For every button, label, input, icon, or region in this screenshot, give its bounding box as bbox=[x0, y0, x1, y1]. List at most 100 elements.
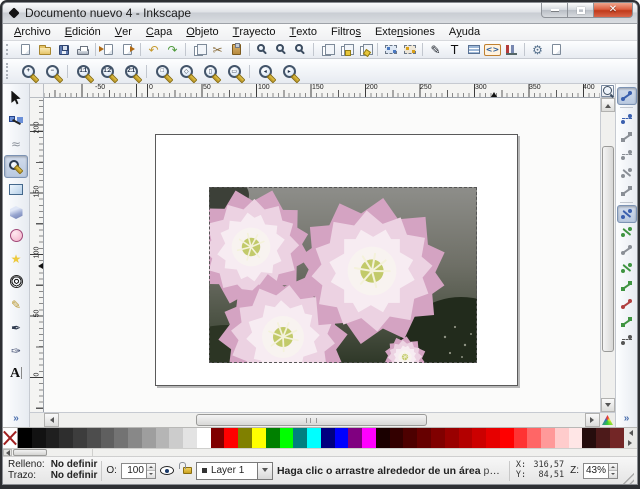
duplicate-button[interactable] bbox=[317, 42, 336, 58]
zoom-page-button[interactable] bbox=[291, 42, 310, 58]
color-swatch[interactable] bbox=[73, 428, 87, 448]
color-swatch[interactable] bbox=[142, 428, 156, 448]
menu-archivo[interactable]: Archivo bbox=[7, 24, 58, 40]
snap-enable-button[interactable] bbox=[617, 87, 637, 105]
color-swatch[interactable] bbox=[280, 428, 294, 448]
zoom-value[interactable]: 43% bbox=[583, 463, 609, 479]
menu-trayecto[interactable]: Trayecto bbox=[226, 24, 283, 40]
color-swatch[interactable] bbox=[114, 428, 128, 448]
cut-button[interactable]: ✂ bbox=[208, 42, 227, 58]
vertical-scrollbar[interactable] bbox=[600, 98, 615, 412]
color-swatch[interactable] bbox=[390, 428, 404, 448]
selector-tool[interactable] bbox=[4, 86, 28, 109]
snap-paths-button[interactable] bbox=[617, 223, 637, 241]
menu-texto[interactable]: Texto bbox=[282, 24, 324, 40]
sticky-zoom-button[interactable] bbox=[600, 84, 615, 98]
minimize-button[interactable] bbox=[541, 3, 568, 18]
color-swatch[interactable] bbox=[335, 428, 349, 448]
color-swatch[interactable] bbox=[183, 428, 197, 448]
snap-bbox-button[interactable] bbox=[617, 110, 637, 128]
color-swatch[interactable] bbox=[307, 428, 321, 448]
palette-scroll-left-button[interactable] bbox=[3, 449, 12, 456]
xml-editor-button[interactable]: <> bbox=[483, 42, 502, 58]
color-swatch[interactable] bbox=[59, 428, 73, 448]
fill-stroke-dialog-button[interactable]: ✎ bbox=[426, 42, 445, 58]
scroll-right-button[interactable] bbox=[585, 413, 600, 427]
color-swatch[interactable] bbox=[376, 428, 390, 448]
color-swatch[interactable] bbox=[224, 428, 238, 448]
zoom-page-width-button[interactable]: ▭ bbox=[222, 61, 246, 82]
opacity-spinbox[interactable]: 100 bbox=[121, 463, 156, 479]
color-swatch[interactable] bbox=[321, 428, 335, 448]
palette-scroll-left-icon[interactable] bbox=[626, 430, 633, 436]
ungroup-button[interactable] bbox=[400, 42, 419, 58]
snap-bbox-centers-button[interactable] bbox=[617, 182, 637, 200]
menu-filtros[interactable]: Filtros bbox=[324, 24, 368, 40]
snap-cusp-nodes-button[interactable] bbox=[617, 259, 637, 277]
save-button[interactable] bbox=[54, 42, 73, 58]
zoom-selection-button[interactable] bbox=[253, 42, 272, 58]
import-button[interactable] bbox=[99, 42, 118, 58]
zoom-page-button[interactable]: ▯ bbox=[198, 61, 222, 82]
stroke-value[interactable]: No definir bbox=[51, 471, 98, 481]
color-swatch[interactable] bbox=[569, 428, 583, 448]
zoom-spinbox[interactable]: 43% bbox=[583, 463, 618, 479]
layer-selector[interactable]: Layer 1 bbox=[196, 462, 273, 480]
document-page[interactable] bbox=[155, 134, 518, 386]
snap-midpoints-button[interactable] bbox=[617, 295, 637, 313]
color-swatch[interactable] bbox=[541, 428, 555, 448]
new-document-button[interactable] bbox=[16, 42, 35, 58]
color-swatch[interactable] bbox=[582, 428, 596, 448]
text-tool[interactable]: A bbox=[4, 362, 28, 385]
clone-button[interactable] bbox=[336, 42, 355, 58]
paste-button[interactable] bbox=[227, 42, 246, 58]
color-swatch[interactable] bbox=[169, 428, 183, 448]
window-resize-grip[interactable] bbox=[622, 472, 634, 484]
spiral-tool[interactable] bbox=[4, 270, 28, 293]
color-managed-display-button[interactable] bbox=[600, 412, 615, 427]
close-button[interactable]: ✕ bbox=[593, 3, 633, 18]
undo-button[interactable]: ↶ bbox=[144, 42, 163, 58]
scroll-down-button[interactable] bbox=[601, 398, 615, 412]
color-swatch[interactable] bbox=[527, 428, 541, 448]
vertical-scroll-thumb[interactable] bbox=[602, 146, 614, 352]
color-swatch[interactable] bbox=[348, 428, 362, 448]
titlebar[interactable]: Documento nuevo 4 - Inkscape ✕ bbox=[3, 3, 637, 24]
zoom-up-button[interactable] bbox=[609, 464, 617, 472]
export-button[interactable] bbox=[118, 42, 137, 58]
zoom-2-1-button[interactable]: 2:1 bbox=[119, 61, 143, 82]
pen-tool[interactable]: ✒ bbox=[4, 316, 28, 339]
color-swatch[interactable] bbox=[156, 428, 170, 448]
scroll-left-button[interactable] bbox=[44, 413, 59, 427]
color-swatch[interactable] bbox=[417, 428, 431, 448]
open-document-button[interactable] bbox=[35, 42, 54, 58]
align-dialog-button[interactable] bbox=[502, 42, 521, 58]
color-swatch[interactable] bbox=[472, 428, 486, 448]
color-swatch[interactable] bbox=[403, 428, 417, 448]
group-button[interactable] bbox=[381, 42, 400, 58]
node-tool[interactable] bbox=[4, 109, 28, 132]
color-swatch[interactable] bbox=[610, 428, 624, 448]
color-swatch[interactable] bbox=[431, 428, 445, 448]
horizontal-scroll-thumb[interactable] bbox=[196, 414, 427, 426]
pencil-tool[interactable]: ✎ bbox=[4, 293, 28, 316]
color-swatch[interactable] bbox=[500, 428, 514, 448]
rectangle-tool[interactable] bbox=[4, 178, 28, 201]
vertical-ruler[interactable]: 200150100500 bbox=[30, 98, 44, 412]
color-swatch[interactable] bbox=[293, 428, 307, 448]
no-color-swatch[interactable] bbox=[3, 428, 18, 448]
horizontal-ruler[interactable]: -50050100150200250300350400 bbox=[44, 84, 600, 98]
color-swatch[interactable] bbox=[238, 428, 252, 448]
menu-capa[interactable]: Capa bbox=[139, 24, 179, 40]
snap-object-centers-button[interactable] bbox=[617, 313, 637, 331]
snap-nodes-button[interactable] bbox=[617, 205, 637, 223]
color-swatch[interactable] bbox=[46, 428, 60, 448]
zoom-previous-button[interactable]: ◂ bbox=[253, 61, 277, 82]
toolbox-overflow-button[interactable]: » bbox=[13, 413, 19, 424]
snap-bbox-edges-button[interactable] bbox=[617, 128, 637, 146]
color-swatch[interactable] bbox=[211, 428, 225, 448]
color-swatch[interactable] bbox=[459, 428, 473, 448]
canvas[interactable] bbox=[44, 98, 600, 412]
color-swatch[interactable] bbox=[101, 428, 115, 448]
horizontal-scrollbar[interactable] bbox=[44, 412, 600, 427]
